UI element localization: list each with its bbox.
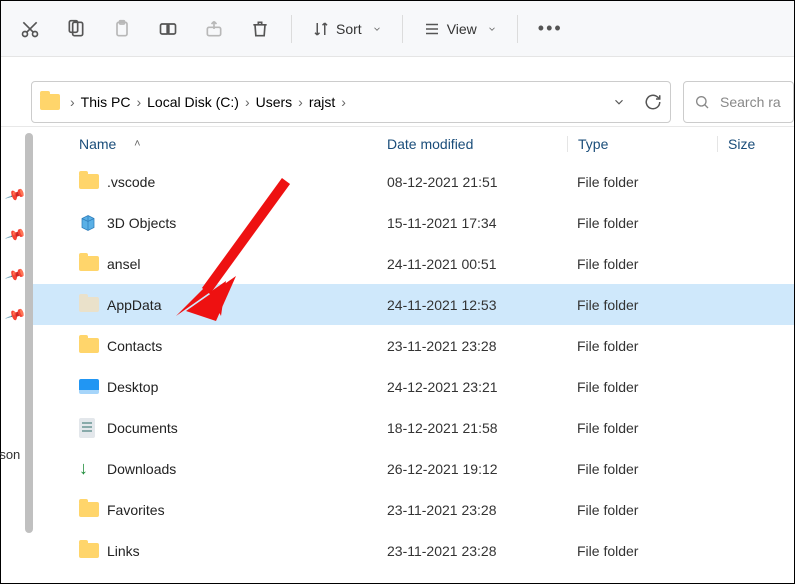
nav-rail: 📌 📌 📌 📌 rson — [1, 127, 31, 583]
sort-indicator-icon: ˄ — [122, 138, 152, 150]
file-type: File folder — [567, 379, 717, 395]
file-date: 26-12-2021 19:12 — [387, 461, 567, 477]
nav-scrollbar[interactable] — [25, 133, 33, 533]
file-name: Contacts — [107, 338, 387, 354]
content-area: 📌 📌 📌 📌 rson Name ˄ Date modified Type Si… — [1, 127, 794, 583]
file-name: Documents — [107, 420, 387, 436]
folder-icon — [79, 338, 107, 353]
file-row[interactable]: Contacts23-11-2021 23:28File folder — [31, 325, 794, 366]
folder-icon — [40, 94, 60, 110]
pin-icon[interactable]: 📌 — [4, 224, 27, 247]
file-type: File folder — [567, 174, 717, 190]
recent-locations-dropdown[interactable] — [612, 95, 626, 109]
download-icon: ↓ — [79, 458, 107, 479]
toolbar: Sort View ••• — [1, 1, 794, 57]
view-dropdown[interactable]: View — [413, 9, 507, 49]
file-date: 23-11-2021 23:28 — [387, 502, 567, 518]
toolbar-separator — [402, 15, 403, 43]
folder-icon — [79, 256, 107, 271]
file-name: Desktop — [107, 379, 387, 395]
share-button[interactable] — [193, 9, 235, 49]
overflow-menu[interactable]: ••• — [528, 18, 573, 39]
search-icon — [694, 94, 710, 110]
column-headers: Name ˄ Date modified Type Size — [31, 127, 794, 161]
address-row: ›This PC ›Local Disk (C:) ›Users ›rajst›… — [1, 57, 794, 127]
breadcrumb-item[interactable]: This PC — [81, 94, 131, 110]
pin-icon[interactable]: 📌 — [4, 184, 27, 207]
file-row[interactable]: ansel24-11-2021 00:51File folder — [31, 243, 794, 284]
file-date: 23-11-2021 23:28 — [387, 543, 567, 559]
search-placeholder: Search ra — [720, 94, 781, 110]
file-date: 08-12-2021 21:51 — [387, 174, 567, 190]
file-date: 24-11-2021 00:51 — [387, 256, 567, 272]
file-type: File folder — [567, 297, 717, 313]
chevron-down-icon — [487, 24, 497, 34]
refresh-button[interactable] — [644, 93, 662, 111]
sort-dropdown[interactable]: Sort — [302, 9, 392, 49]
file-type: File folder — [567, 502, 717, 518]
toolbar-separator — [291, 15, 292, 43]
col-size[interactable]: Size — [717, 136, 787, 152]
file-row[interactable]: 3D Objects15-11-2021 17:34File folder — [31, 202, 794, 243]
file-date: 18-12-2021 21:58 — [387, 420, 567, 436]
file-date: 24-12-2021 23:21 — [387, 379, 567, 395]
folder-icon — [79, 174, 107, 189]
breadcrumb-item[interactable]: Local Disk (C:) — [147, 94, 239, 110]
doc-icon — [79, 418, 107, 438]
folder-icon — [79, 543, 107, 558]
nav-item-truncated[interactable]: rson — [0, 447, 20, 462]
file-row[interactable]: ↓Downloads26-12-2021 19:12File folder — [31, 448, 794, 489]
col-name[interactable]: Name — [79, 136, 116, 152]
address-bar[interactable]: ›This PC ›Local Disk (C:) ›Users ›rajst› — [31, 81, 671, 123]
sort-label: Sort — [336, 21, 362, 37]
file-name: AppData — [107, 297, 387, 313]
file-row[interactable]: Documents18-12-2021 21:58File folder — [31, 407, 794, 448]
pin-icon[interactable]: 📌 — [4, 264, 27, 287]
search-input[interactable]: Search ra — [683, 81, 794, 123]
delete-button[interactable] — [239, 9, 281, 49]
file-name: 3D Objects — [107, 215, 387, 231]
file-name: Favorites — [107, 502, 387, 518]
file-type: File folder — [567, 256, 717, 272]
col-date[interactable]: Date modified — [387, 136, 567, 152]
view-label: View — [447, 21, 477, 37]
file-name: .vscode — [107, 174, 387, 190]
file-row[interactable]: AppData24-11-2021 12:53File folder — [31, 284, 794, 325]
file-row[interactable]: Desktop24-12-2021 23:21File folder — [31, 366, 794, 407]
folder-icon — [79, 297, 107, 312]
breadcrumb-item[interactable]: rajst — [309, 94, 335, 110]
file-row[interactable]: Links23-11-2021 23:28File folder — [31, 530, 794, 571]
folder-icon — [79, 502, 107, 517]
file-name: Downloads — [107, 461, 387, 477]
file-date: 23-11-2021 23:28 — [387, 338, 567, 354]
file-date: 24-11-2021 12:53 — [387, 297, 567, 313]
file-date: 15-11-2021 17:34 — [387, 215, 567, 231]
file-row[interactable]: Favorites23-11-2021 23:28File folder — [31, 489, 794, 530]
breadcrumb-item[interactable]: Users — [256, 94, 293, 110]
pin-icon[interactable]: 📌 — [4, 304, 27, 327]
file-type: File folder — [567, 420, 717, 436]
copy-button[interactable] — [55, 9, 97, 49]
col-type[interactable]: Type — [567, 136, 717, 152]
file-type: File folder — [567, 215, 717, 231]
cube-icon — [79, 214, 107, 232]
rename-button[interactable] — [147, 9, 189, 49]
file-list: Name ˄ Date modified Type Size .vscode08-… — [31, 127, 794, 583]
paste-button[interactable] — [101, 9, 143, 49]
toolbar-separator — [517, 15, 518, 43]
file-row[interactable]: .vscode08-12-2021 21:51File folder — [31, 161, 794, 202]
cut-button[interactable] — [9, 9, 51, 49]
file-name: Links — [107, 543, 387, 559]
chevron-down-icon — [372, 24, 382, 34]
file-type: File folder — [567, 543, 717, 559]
desktop-icon — [79, 379, 107, 394]
file-type: File folder — [567, 338, 717, 354]
file-type: File folder — [567, 461, 717, 477]
file-name: ansel — [107, 256, 387, 272]
